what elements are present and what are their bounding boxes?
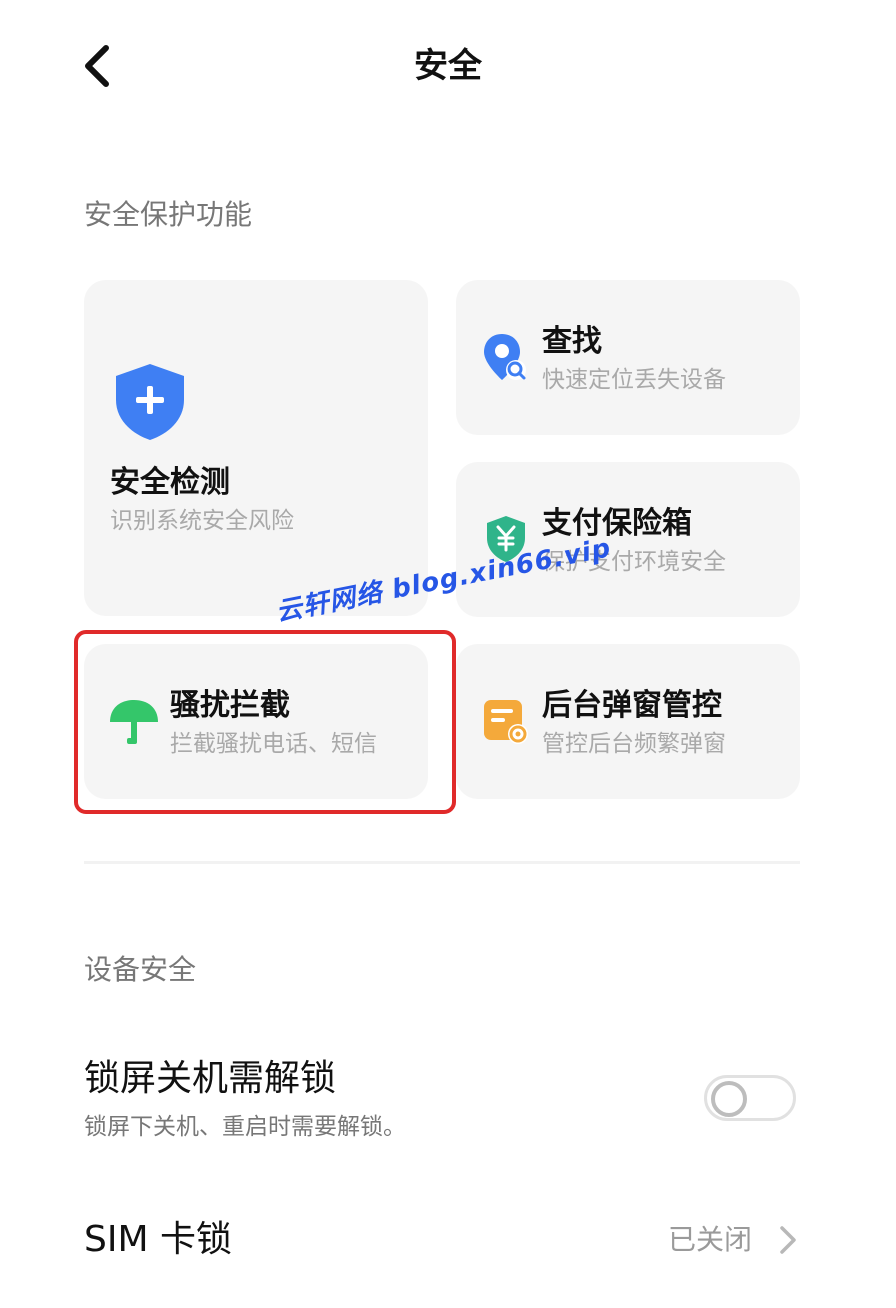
- lock-shutdown-toggle[interactable]: [704, 1075, 796, 1121]
- card-subtitle: 快速定位丢失设备: [542, 367, 726, 393]
- setting-sim-lock[interactable]: SIM 卡锁 已关闭: [84, 1216, 800, 1264]
- section-divider: [84, 861, 800, 864]
- card-payment-safe[interactable]: 支付保险箱 保护支付环境安全: [456, 462, 800, 617]
- card-title: 查找: [542, 324, 602, 359]
- chevron-right-icon: [780, 1226, 796, 1254]
- card-title: 后台弹窗管控: [542, 688, 722, 723]
- toggle-knob: [711, 1081, 747, 1117]
- popup-settings-icon: [484, 700, 528, 744]
- sim-lock-status: 已关闭: [667, 1223, 752, 1256]
- page-title: 安全: [414, 46, 482, 86]
- setting-title: 锁屏关机需解锁: [84, 1058, 337, 1099]
- card-find-device[interactable]: 查找 快速定位丢失设备: [456, 280, 800, 435]
- umbrella-icon: [110, 700, 158, 744]
- card-subtitle: 拦截骚扰电话、短信: [170, 731, 377, 757]
- section-title-protection: 安全保护功能: [84, 198, 253, 231]
- shield-plus-icon: [116, 364, 184, 440]
- shield-yuan-icon: [487, 516, 525, 562]
- section-title-device: 设备安全: [84, 953, 197, 986]
- setting-subtitle: 锁屏下关机、重启时需要解锁。: [84, 1114, 406, 1140]
- card-harassment-interception[interactable]: 骚扰拦截 拦截骚扰电话、短信: [84, 644, 428, 799]
- card-title: 骚扰拦截: [170, 688, 290, 723]
- card-title: 支付保险箱: [542, 506, 692, 541]
- card-subtitle: 保护支付环境安全: [542, 549, 726, 575]
- card-popup-control[interactable]: 后台弹窗管控 管控后台频繁弹窗: [456, 644, 800, 799]
- card-subtitle: 管控后台频繁弹窗: [542, 731, 726, 757]
- card-subtitle: 识别系统安全风险: [110, 508, 294, 534]
- card-title: 安全检测: [110, 465, 230, 500]
- security-settings-page: 安全 安全保护功能 安全检测 识别系统安全风险 查找 快速定位丢失设备 支付保险…: [0, 0, 896, 1308]
- card-security-check[interactable]: 安全检测 识别系统安全风险: [84, 280, 428, 616]
- setting-title: SIM 卡锁: [84, 1219, 232, 1260]
- location-search-icon: [484, 334, 526, 380]
- setting-lock-shutdown[interactable]: 锁屏关机需解锁 锁屏下关机、重启时需要解锁。: [84, 1055, 800, 1145]
